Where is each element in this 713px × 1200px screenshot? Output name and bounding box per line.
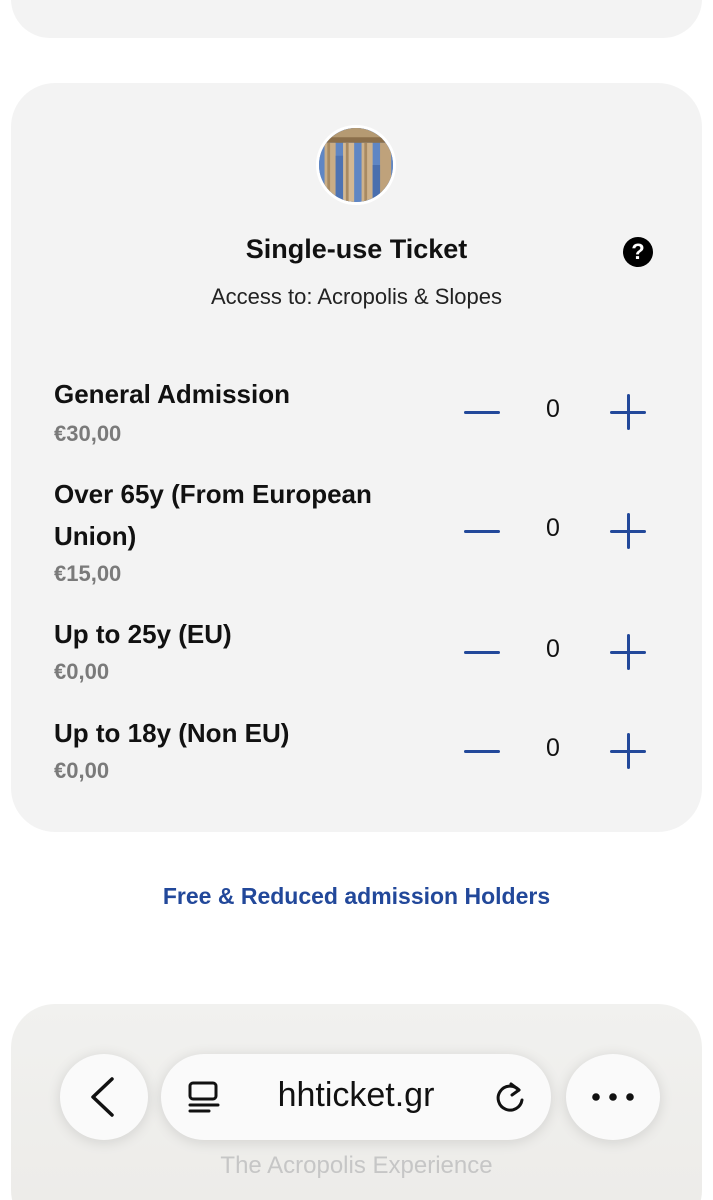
quantity-stepper: 0 xyxy=(458,627,658,677)
help-icon[interactable]: ? xyxy=(623,237,653,267)
ticket-row-up-to-18: Up to 18y (Non EU) €0,00 0 xyxy=(11,712,702,792)
ticket-row-name: Over 65y (From European Union) xyxy=(54,479,372,551)
quantity-stepper: 0 xyxy=(458,387,658,437)
ticket-row-name: Up to 18y (Non EU) xyxy=(54,718,290,748)
quantity-stepper: 0 xyxy=(458,726,658,776)
back-icon xyxy=(91,1077,114,1117)
ticket-title: Single-use Ticket xyxy=(245,234,468,264)
ticket-row-general: General Admission €30,00 0 xyxy=(11,369,702,459)
decrement-button[interactable] xyxy=(458,726,508,776)
quantity-value: 0 xyxy=(546,635,560,663)
increment-button[interactable] xyxy=(603,387,653,437)
page: Single-use Ticket ? Access to: Acropolis… xyxy=(0,0,713,1200)
reload-icon[interactable] xyxy=(491,1078,529,1116)
ticket-image xyxy=(316,125,396,205)
increment-button[interactable] xyxy=(603,627,653,677)
free-reduced-admission-link[interactable]: Free & Reduced admission Holders xyxy=(0,883,713,910)
ticket-row-price: €30,00 xyxy=(54,421,122,446)
ticket-subtitle: Access to: Acropolis & Slopes xyxy=(210,284,503,309)
previous-card xyxy=(11,0,702,38)
footer-caption: The Acropolis Experience xyxy=(220,1152,493,1179)
back-button[interactable] xyxy=(60,1054,148,1140)
more-icon xyxy=(592,1093,634,1101)
quantity-stepper: 0 xyxy=(458,506,658,556)
ticket-row-up-to-25: Up to 25y (EU) €0,00 0 xyxy=(11,613,702,693)
decrement-button[interactable] xyxy=(458,506,508,556)
quantity-value: 0 xyxy=(546,395,560,423)
ticket-row-over-65: Over 65y (From European Union) €15,00 0 xyxy=(11,473,702,593)
address-bar[interactable]: hhticket.gr xyxy=(161,1054,551,1140)
url-text[interactable]: hhticket.gr xyxy=(231,1076,481,1115)
quantity-value: 0 xyxy=(546,514,560,542)
ticket-row-price: €15,00 xyxy=(54,561,122,586)
ticket-row-name: General Admission xyxy=(54,379,290,409)
ticket-row-price: €0,00 xyxy=(54,659,110,684)
ticket-row-name: Up to 25y (EU) xyxy=(54,619,232,649)
ticket-row-price: €0,00 xyxy=(54,758,110,783)
tabs-icon[interactable] xyxy=(185,1078,223,1116)
ticket-card: Single-use Ticket ? Access to: Acropolis… xyxy=(11,83,702,832)
decrement-button[interactable] xyxy=(458,387,508,437)
more-button[interactable] xyxy=(566,1054,660,1140)
increment-button[interactable] xyxy=(603,506,653,556)
quantity-value: 0 xyxy=(546,734,560,762)
decrement-button[interactable] xyxy=(458,627,508,677)
increment-button[interactable] xyxy=(603,726,653,776)
